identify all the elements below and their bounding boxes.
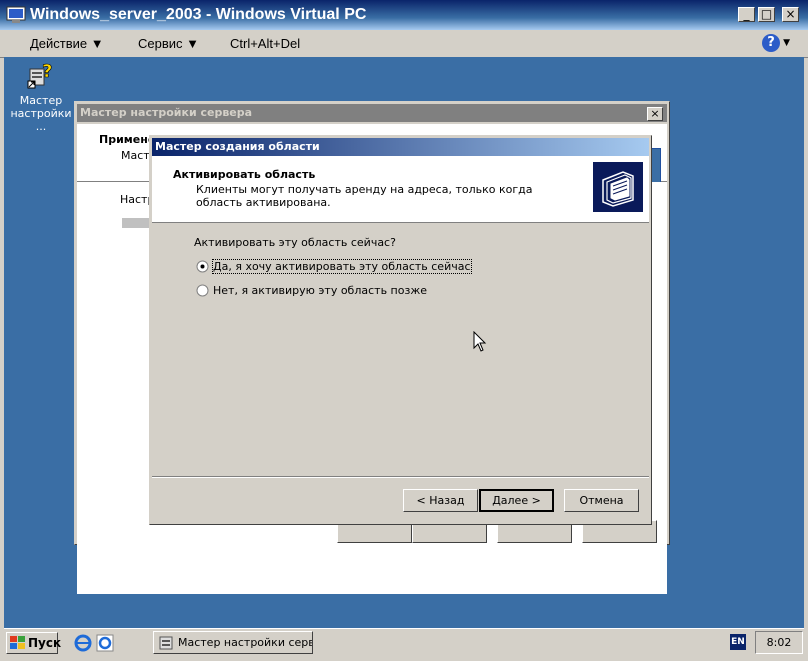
folders-icon <box>593 162 643 212</box>
help-dropdown-icon[interactable]: ▼ <box>783 38 790 48</box>
internet-explorer-icon[interactable] <box>74 634 92 652</box>
vpc-bottom-border <box>0 656 808 661</box>
menu-action-label: Действие <box>30 36 88 51</box>
clock[interactable]: 8:02 <box>755 631 803 654</box>
dropdown-arrow-icon: ▼ <box>90 36 104 51</box>
dialog-title: Мастер создания области <box>155 140 320 153</box>
start-button[interactable]: Пуск <box>6 632 62 654</box>
back-button[interactable]: < Назад <box>403 489 478 512</box>
radio-activate-now-label[interactable]: Да, я хочу активировать эту область сейч… <box>212 259 472 274</box>
mouse-cursor-icon <box>473 331 487 352</box>
taskbar: Пуск Мастер настройки серв... EN 8:02 <box>4 628 804 657</box>
dialog-header-title: Активировать область <box>173 168 316 181</box>
close-button[interactable]: × <box>782 7 799 22</box>
close-button[interactable]: × <box>647 107 663 121</box>
language-indicator[interactable]: EN <box>730 634 746 650</box>
taskbar-item-label: Мастер настройки серв... <box>178 636 313 649</box>
vpc-menu-bar: Действие ▼ Сервис ▼ Ctrl+Alt+Del ? ▼ <box>0 30 808 58</box>
menu-tools[interactable]: Сервис ▼ <box>138 36 199 51</box>
scope-wizard-dialog: Мастер создания области Активировать обл… <box>149 135 652 525</box>
maximize-button[interactable]: □ <box>758 7 775 22</box>
wizard-header-title: Примене <box>99 133 156 146</box>
taskbar-item-server-wizard[interactable]: Мастер настройки серв... <box>153 631 313 654</box>
start-label: Пуск <box>28 636 62 650</box>
window-title: Мастер настройки сервера <box>80 106 253 119</box>
menu-ctrl-alt-del[interactable]: Ctrl+Alt+Del <box>230 36 300 51</box>
desktop-icon-server-wizard[interactable]: ? Мастер настройки ... <box>4 59 78 133</box>
dialog-header: Активировать область Клиенты могут получ… <box>152 156 649 223</box>
radio-activate-later-label[interactable]: Нет, я активирую эту область позже <box>213 284 427 297</box>
svg-text:?: ? <box>42 61 52 82</box>
server-wizard-icon: ? <box>27 61 53 89</box>
windows-logo-icon <box>10 636 25 649</box>
button-separator <box>152 476 649 478</box>
ie-quicklaunch-icon[interactable] <box>96 634 114 652</box>
server-wizard-icon <box>159 636 173 650</box>
window-caption: Мастер настройки сервера × <box>77 104 667 122</box>
dropdown-arrow-icon: ▼ <box>186 36 200 51</box>
radio-activate-now[interactable] <box>196 260 209 273</box>
menu-tools-label: Сервис <box>138 36 183 51</box>
vpc-title-bar: Windows_server_2003 - Windows Virtual PC… <box>0 0 808 30</box>
dialog-caption: Мастер создания области <box>152 138 649 156</box>
next-button[interactable]: Далее > <box>479 489 554 512</box>
dialog-header-description: Клиенты могут получать аренду на адреса,… <box>196 183 533 209</box>
desktop-icon-label: Мастер настройки ... <box>10 94 72 133</box>
vpc-window-title: Windows_server_2003 - Windows Virtual PC <box>30 6 367 23</box>
cancel-button[interactable]: Отмена <box>564 489 639 512</box>
progress-bar <box>122 218 152 228</box>
radio-activate-later[interactable] <box>196 284 209 297</box>
activate-question: Активировать эту область сейчас? <box>194 236 396 249</box>
minimize-button[interactable]: _ <box>738 7 755 22</box>
menu-action[interactable]: Действие ▼ <box>30 36 104 51</box>
virtual-pc-icon <box>6 6 26 23</box>
help-icon[interactable]: ? <box>762 34 780 52</box>
